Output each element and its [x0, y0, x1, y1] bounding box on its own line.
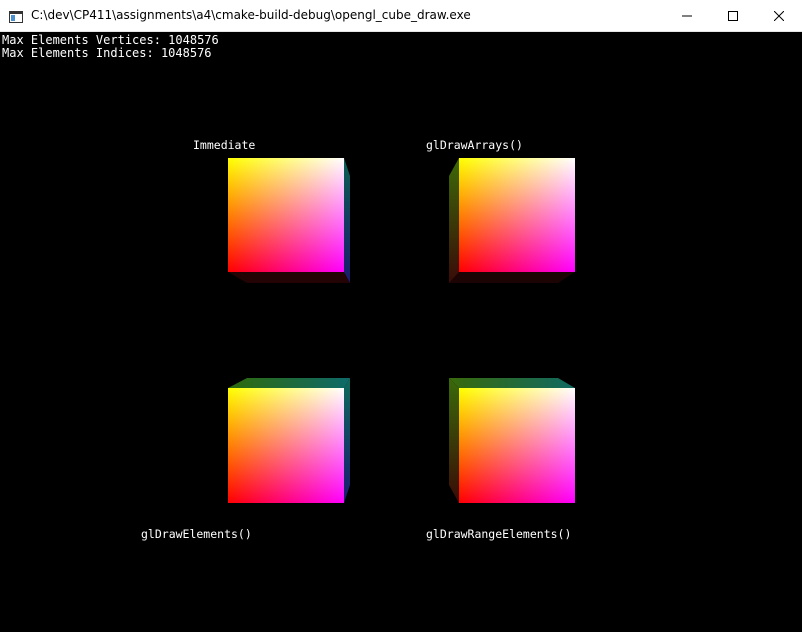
cube-draw-arrays [448, 157, 578, 287]
close-button[interactable] [756, 0, 802, 31]
panel-label-draw-range-elements: glDrawRangeElements() [426, 527, 572, 541]
cube-immediate [227, 157, 357, 287]
panel-label-draw-arrays: glDrawArrays() [426, 138, 523, 152]
cube-draw-range-elements [448, 377, 578, 507]
minimize-icon [682, 6, 692, 25]
maximize-icon [728, 6, 738, 25]
close-icon [773, 6, 785, 25]
window-title: C:\dev\CP411\assignments\a4\cmake-build-… [31, 8, 471, 22]
panel-label-draw-elements: glDrawElements() [141, 527, 252, 541]
title-bar[interactable]: C:\dev\CP411\assignments\a4\cmake-build-… [0, 0, 802, 32]
max-vertices-text: Max Elements Vertices: 1048576 [2, 33, 219, 47]
cube-draw-elements [227, 377, 357, 507]
max-indices-text: Max Elements Indices: 1048576 [2, 46, 212, 60]
opengl-viewport[interactable]: Max Elements Vertices: 1048576 Max Eleme… [0, 32, 802, 632]
maximize-button[interactable] [710, 0, 756, 31]
stats-text: Max Elements Vertices: 1048576 Max Eleme… [2, 34, 219, 60]
panel-label-immediate: Immediate [193, 138, 256, 152]
minimize-button[interactable] [664, 0, 710, 31]
app-window: C:\dev\CP411\assignments\a4\cmake-build-… [0, 0, 802, 632]
console-app-icon [9, 8, 23, 23]
